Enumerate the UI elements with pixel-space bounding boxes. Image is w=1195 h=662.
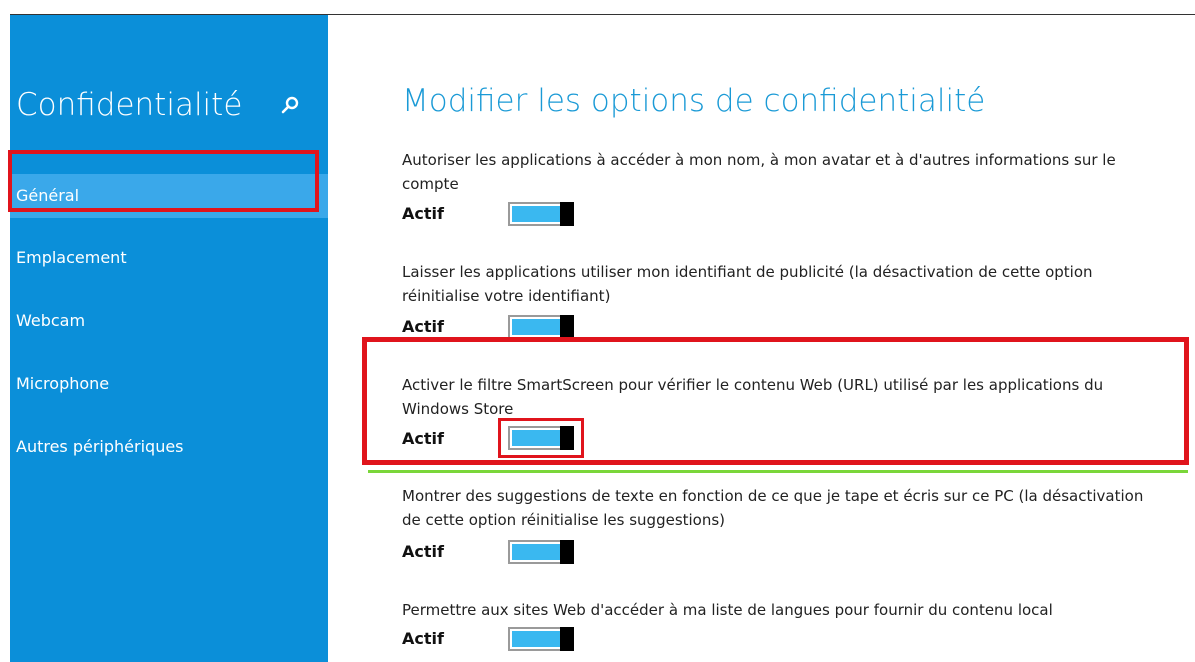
main-panel: Modifier les options de confidentialité … xyxy=(328,15,1195,662)
setting-ad-id-state: Actif xyxy=(402,317,444,336)
page-title: Modifier les options de confidentialité xyxy=(402,83,986,119)
toggle-thumb xyxy=(560,426,574,450)
sidebar-item-webcam[interactable]: Webcam xyxy=(10,299,328,343)
setting-language-list-toggle[interactable] xyxy=(508,627,574,651)
sidebar-item-general[interactable]: Général xyxy=(10,174,328,218)
setting-smartscreen-toggle[interactable] xyxy=(508,426,574,450)
toggle-fill xyxy=(512,430,560,446)
setting-account-info-description: Autoriser les applications à accéder à m… xyxy=(402,151,1116,193)
setting-smartscreen-description: Activer le filtre SmartScreen pour vérif… xyxy=(402,376,1104,418)
setting-text-suggestions-toggle[interactable] xyxy=(508,540,574,564)
setting-language-list-state: Actif xyxy=(402,629,444,648)
toggle-fill xyxy=(512,544,560,560)
setting-language-list-description: Permettre aux sites Web d'accéder à ma l… xyxy=(402,601,1053,619)
toggle-fill xyxy=(512,631,560,647)
sidebar-item-emplacement[interactable]: Emplacement xyxy=(10,236,328,280)
window: Confidentialité Général Emplacement Webc… xyxy=(0,0,1195,662)
setting-ad-id-description: Laisser les applications utiliser mon id… xyxy=(402,263,1093,305)
sidebar-item-label: Emplacement xyxy=(16,248,127,267)
toggle-fill xyxy=(512,206,560,222)
toggle-thumb xyxy=(560,627,574,651)
green-underline-annotation xyxy=(368,470,1188,473)
sidebar: Confidentialité Général Emplacement Webc… xyxy=(10,15,328,662)
toggle-thumb xyxy=(560,315,574,339)
setting-ad-id-toggle[interactable] xyxy=(508,315,574,339)
sidebar-item-label: Général xyxy=(16,186,80,205)
toggle-fill xyxy=(512,319,560,335)
setting-account-info-toggle[interactable] xyxy=(508,202,574,226)
setting-smartscreen-state: Actif xyxy=(402,429,444,448)
search-icon[interactable] xyxy=(280,95,300,115)
sidebar-item-label: Microphone xyxy=(16,374,110,393)
toggle-thumb xyxy=(560,540,574,564)
setting-text-suggestions-state: Actif xyxy=(402,542,444,561)
setting-account-info-state: Actif xyxy=(402,204,444,223)
toggle-thumb xyxy=(560,202,574,226)
sidebar-item-autres-peripheriques[interactable]: Autres périphériques xyxy=(10,425,328,469)
sidebar-item-label: Autres périphériques xyxy=(16,437,184,456)
sidebar-item-microphone[interactable]: Microphone xyxy=(10,362,328,406)
left-edge xyxy=(0,14,10,662)
setting-text-suggestions-description: Montrer des suggestions de texte en fonc… xyxy=(402,487,1144,529)
sidebar-title: Confidentialité xyxy=(16,87,243,123)
sidebar-item-label: Webcam xyxy=(16,311,86,330)
